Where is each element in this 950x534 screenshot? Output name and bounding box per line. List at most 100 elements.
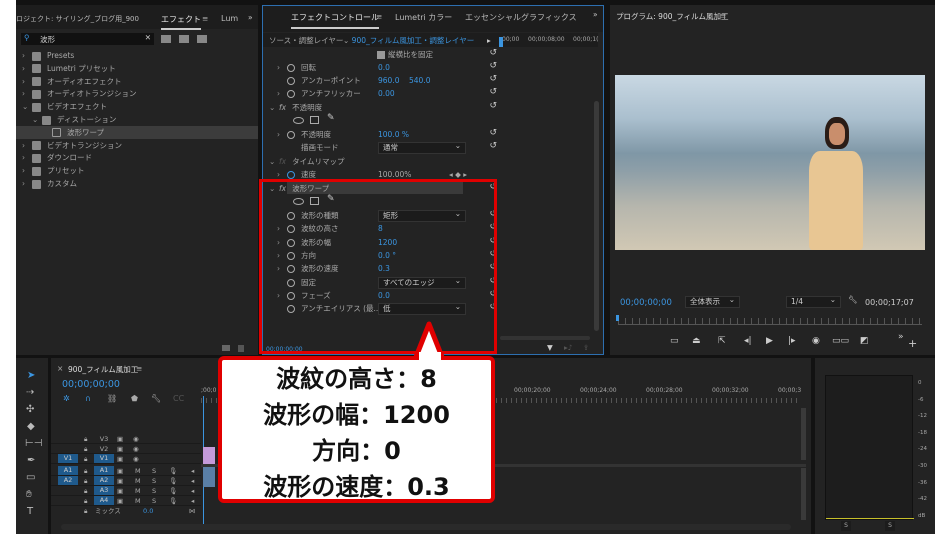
source-patch[interactable]: A2 [58,476,78,485]
sync-lock-icon[interactable]: ▣ [117,454,123,464]
chevron-right-icon[interactable]: › [22,87,32,100]
track-target[interactable]: A3 [94,486,114,495]
blend-mode-select[interactable]: 通常 [378,141,466,154]
reset-icon[interactable]: ↺ [489,48,497,58]
step-forward-icon[interactable]: |▸ [788,336,796,346]
filter-icon[interactable]: ▼ [547,343,553,352]
solo-button[interactable]: S [152,466,156,476]
export-icon[interactable]: ⇪ [583,343,589,352]
ec-scrollbar[interactable] [594,101,599,331]
mic-icon[interactable]: 🎙︎ [169,496,177,506]
effects-tree-item[interactable]: › ビデオトランジション [16,139,258,152]
effects-tree-item[interactable]: › カスタム [16,177,258,190]
tab-lumetri[interactable]: Lum [221,14,238,23]
type-tool-icon[interactable]: T [27,506,33,517]
tab-effect-controls[interactable]: エフェクトコントロール [291,12,379,29]
chevron-right-icon[interactable]: › [22,62,32,75]
sync-lock-icon[interactable]: ▣ [117,444,123,454]
mute-button[interactable]: M [135,476,141,486]
lock-icon[interactable]: 🔒︎ [84,454,87,464]
solo-button[interactable]: S [152,496,156,506]
reset-icon[interactable]: ↺ [489,128,497,138]
sequence-tab[interactable]: 900_フィルム風加工 [68,364,138,375]
effects-tree-item[interactable]: › オーディオエフェクト [16,75,258,88]
audio-clip[interactable] [203,467,215,487]
track-target[interactable]: V2 [94,444,114,454]
selection-tool-icon[interactable]: ➤ [27,370,35,381]
pen-tool-icon[interactable]: ✒ [27,455,35,466]
stopwatch-icon[interactable] [287,77,295,85]
lock-icon[interactable]: 🔒︎ [84,434,87,444]
time-remap-section[interactable]: ⌄ fx タイムリマップ [269,155,344,168]
horizontal-scrollbar[interactable] [61,524,791,530]
lock-icon[interactable]: 🔒︎ [84,476,87,486]
chevron-right-icon[interactable]: › [22,177,32,190]
ec-zoom-scrollbar[interactable] [500,336,590,340]
add-marker-icon[interactable]: ⬟ [131,394,138,403]
eye-icon[interactable]: ◉ [133,434,139,444]
chevron-right-icon[interactable]: › [22,49,32,62]
chevron-right-icon[interactable]: › [22,75,32,88]
new-bin-icon[interactable] [222,345,230,351]
effects-tree-item[interactable]: › オーディオトランジション [16,87,258,100]
sync-lock-icon[interactable]: ▣ [117,476,123,486]
multicam-icon[interactable]: ◩ [860,336,869,346]
hand-tool-icon[interactable]: ✋︎ [26,489,32,500]
volume-icon[interactable]: ◂ [191,486,194,496]
step-back-icon[interactable]: ◂| [744,336,752,346]
playhead[interactable] [616,315,619,321]
lock-ratio-checkbox[interactable]: 縦横比を固定 [377,48,433,61]
mic-icon[interactable]: 🎙︎ [169,486,177,496]
linked-selection-icon[interactable]: ⛓ [107,394,117,403]
chevron-down-icon[interactable]: ⌄ [32,113,42,126]
sync-lock-icon[interactable]: ▣ [117,496,123,506]
opacity-section[interactable]: ⌄ fx 不透明度 [269,101,322,114]
tab-lumetri-color[interactable]: Lumetri カラー [395,12,452,23]
add-button-icon[interactable]: + [908,337,917,350]
reset-icon[interactable]: ↺ [489,87,497,97]
mark-out-icon[interactable]: ⏏ [692,336,701,346]
mix-keyframe-icon[interactable]: ⋈ [189,506,196,516]
panel-menu-icon[interactable]: ≡ [136,364,142,373]
mic-icon[interactable]: 🎙︎ [169,476,177,486]
clear-search-icon[interactable]: ✕ [145,33,151,42]
lock-icon[interactable]: 🔒︎ [84,444,87,454]
razor-tool-icon[interactable]: ◆ [27,421,35,432]
chevron-right-icon[interactable]: › [22,139,32,152]
effects-tree-item[interactable]: › Presets [16,49,258,62]
resolution-select[interactable]: 1/4 [786,295,841,308]
tab-essential-graphics[interactable]: エッセンシャルグラフィックス [465,12,577,23]
track-target[interactable]: A2 [94,476,114,485]
tab-project[interactable]: ロジェクト: サイリング_ブログ用_900 [16,14,139,24]
video-vertical-scrollbar[interactable] [801,408,806,460]
lock-icon[interactable]: 🔒︎ [84,496,87,506]
effects-tree-item[interactable]: › Lumetri プリセット [16,62,258,75]
reset-icon[interactable]: ↺ [489,141,497,151]
solo-right-button[interactable]: S [885,521,895,531]
settings-wrench-icon[interactable]: 🔧︎ [848,295,858,304]
solo-button[interactable]: S [152,486,156,496]
ripple-edit-tool-icon[interactable]: ✣ [26,404,34,415]
sync-lock-icon[interactable]: ▣ [117,466,123,476]
source-patch[interactable]: V1 [58,454,78,463]
timeline-timecode[interactable]: 00;00;00;00 [62,379,120,390]
track-target[interactable]: V1 [94,454,114,463]
more-panels-icon[interactable]: » [248,13,253,22]
play-only-audio-icon[interactable]: ▸♪ [564,343,573,352]
volume-icon[interactable]: ◂ [191,466,194,476]
effects-tree-item[interactable]: › ダウンロード [16,151,258,164]
sync-lock-icon[interactable]: ▣ [117,486,123,496]
lock-icon[interactable]: 🔒︎ [84,466,87,476]
effects-tree-item[interactable]: 波形ワープ [16,125,258,139]
go-to-in-icon[interactable]: ⇱ [718,336,726,346]
stopwatch-icon[interactable] [287,90,295,98]
program-timecode[interactable]: 00;00;00;00 [620,298,672,308]
tab-effects[interactable]: エフェクト [161,14,201,30]
mic-icon[interactable]: 🎙︎ [169,466,177,476]
solo-button[interactable]: S [152,476,156,486]
panel-menu-icon[interactable]: ≡ [376,12,382,21]
reset-icon[interactable]: ↺ [489,101,497,111]
chevron-right-icon[interactable]: › [22,164,32,177]
effects-tree-item[interactable]: ⌄ ディストーション [16,113,258,126]
program-scrubber[interactable] [618,318,922,325]
